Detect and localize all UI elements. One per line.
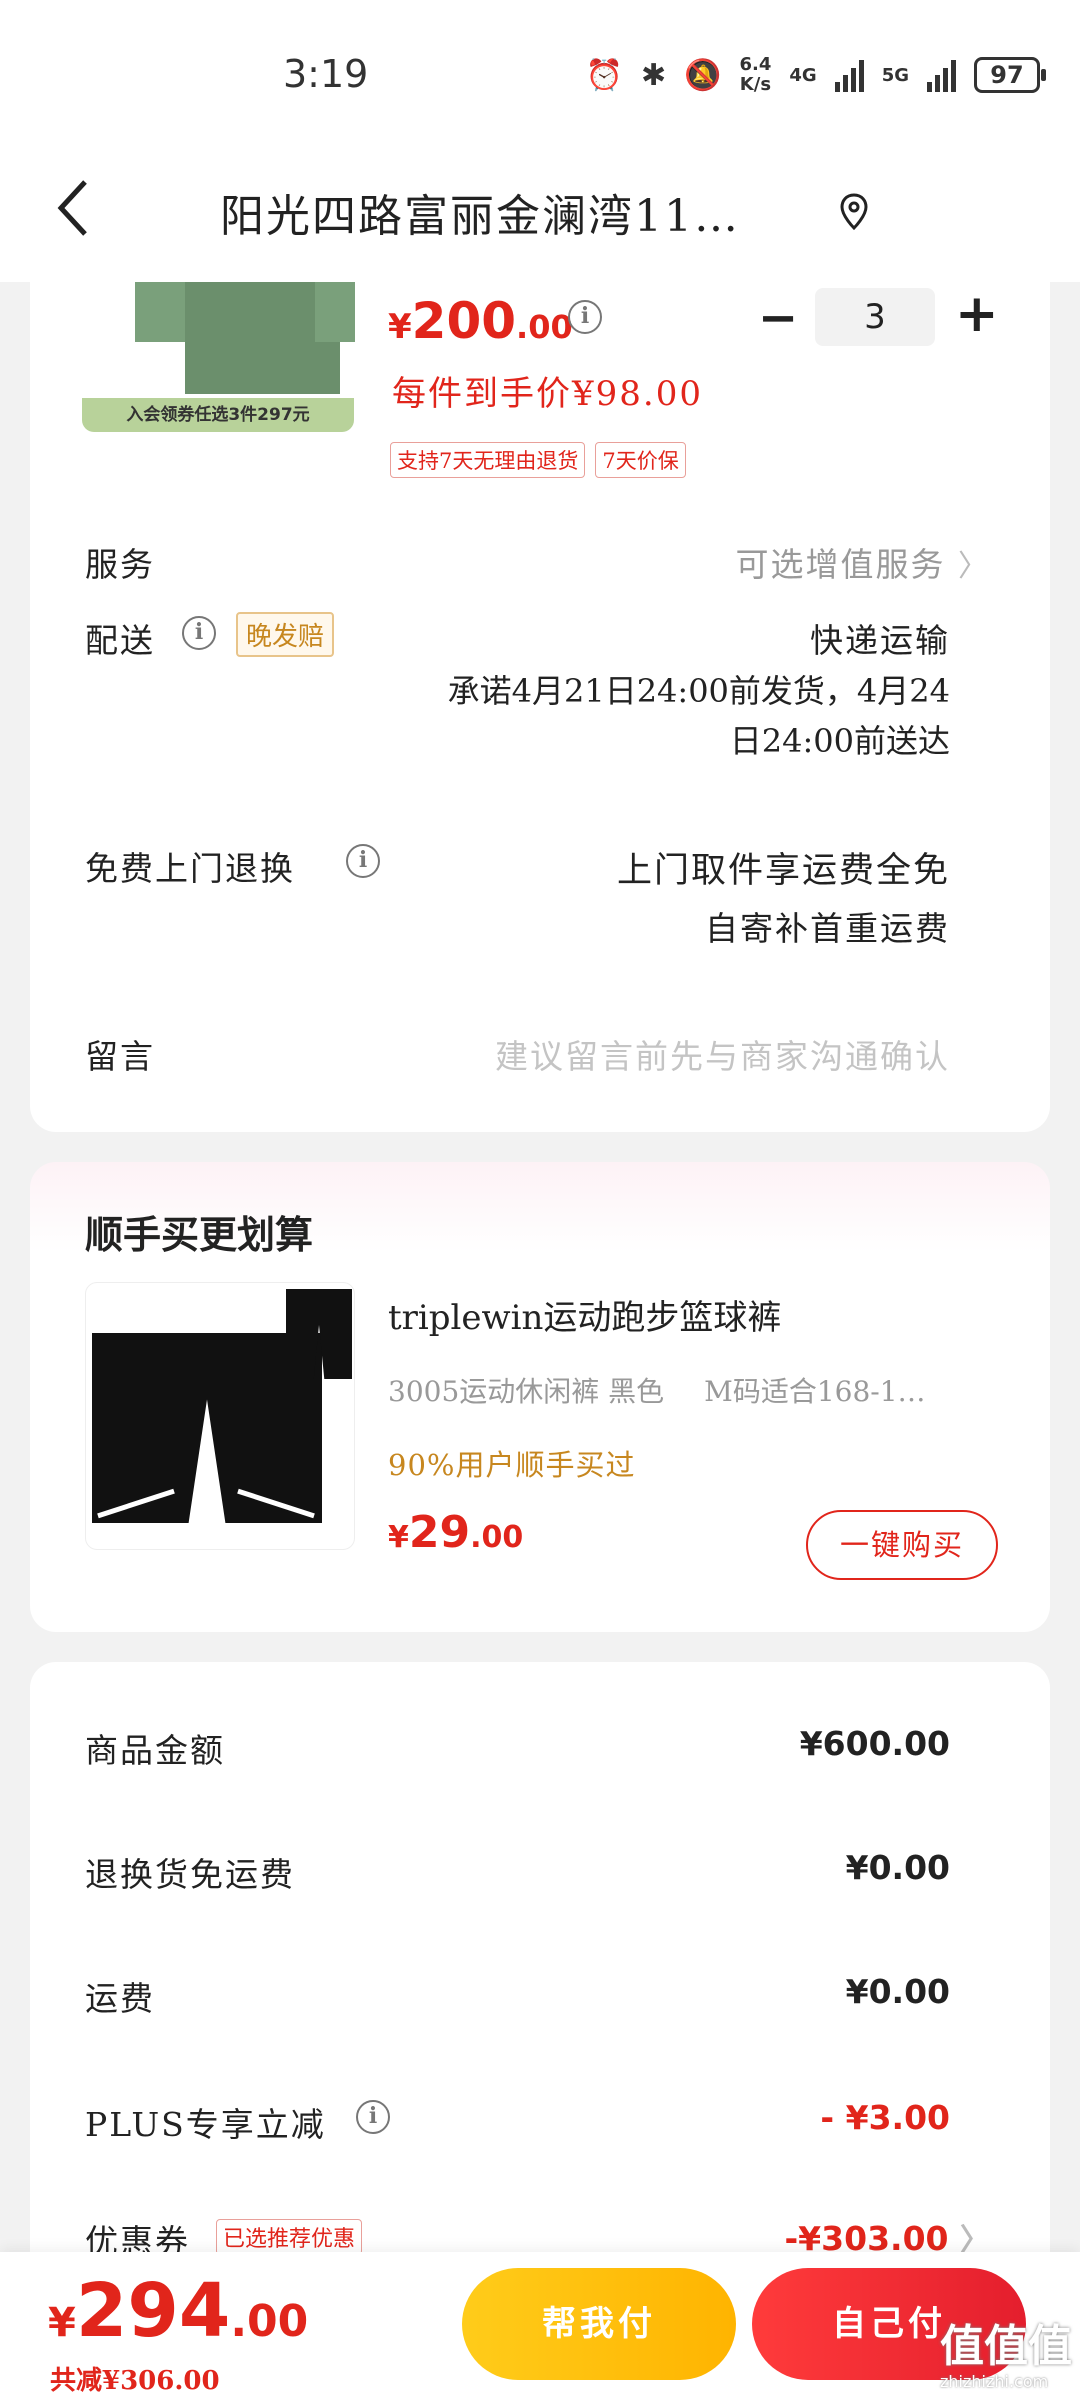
service-selector[interactable]: 可选增值服务 〉 bbox=[736, 538, 991, 586]
watermark-url: zhizhizhi.com bbox=[940, 2372, 1049, 2391]
addon-buyers: 90%用户顺手买过 bbox=[388, 1448, 636, 1482]
summary-label: 退换货免运费 bbox=[85, 1855, 295, 1894]
chevron-left-icon bbox=[57, 180, 87, 236]
info-icon: i bbox=[346, 844, 380, 878]
addon-price: ¥29.00 bbox=[388, 1507, 524, 1558]
order-item-card: 入会领券任选3件297元 ¥200.00 i − 3 + 每件到手价¥98.00… bbox=[30, 282, 1050, 1132]
delivery-info-button[interactable]: i bbox=[182, 616, 216, 650]
coupon-tag: 已选推荐优惠 bbox=[216, 2219, 363, 2255]
signal-bars-icon bbox=[834, 58, 864, 92]
location-pin-icon[interactable] bbox=[838, 192, 870, 232]
price-info-button[interactable]: i bbox=[568, 300, 602, 334]
mute-icon: 🔕 bbox=[684, 57, 722, 93]
back-button[interactable] bbox=[55, 174, 89, 254]
quantity-decrease-button[interactable]: − bbox=[758, 290, 798, 346]
tag-7day-return: 支持7天无理由退货 bbox=[390, 442, 586, 478]
addon-product-name[interactable]: triplewin运动跑步篮球裤 bbox=[388, 1290, 781, 1339]
summary-label: PLUS专享立减 bbox=[85, 2105, 326, 2144]
info-icon: i bbox=[182, 616, 216, 650]
delivery-method[interactable]: 快递运输 bbox=[810, 614, 950, 662]
net-speed: 6.4 K/s bbox=[739, 54, 772, 95]
shirt-sleeve-right bbox=[315, 282, 355, 342]
total-price: ¥294.00 bbox=[48, 2268, 309, 2354]
network-5g: 5G bbox=[881, 64, 909, 86]
product-price: ¥200.00 bbox=[388, 292, 573, 350]
info-icon: i bbox=[356, 2100, 390, 2134]
delivery-label: 配送 bbox=[85, 621, 155, 660]
status-time: 3:19 bbox=[283, 52, 369, 96]
header: 阳光四路富丽金澜湾11… bbox=[0, 150, 1080, 282]
promo-strip: 入会领券任选3件297元 bbox=[82, 398, 354, 432]
message-label: 留言 bbox=[85, 1037, 155, 1076]
chevron-right-icon: 〉 bbox=[958, 549, 990, 584]
late-compensation-badge: 晚发赔 bbox=[236, 612, 335, 657]
alarm-icon: ⏰ bbox=[585, 57, 623, 93]
plus-info-button[interactable]: i bbox=[356, 2100, 390, 2134]
return-free-pickup: 上门取件享运费全免 bbox=[616, 851, 950, 891]
addon-title: 顺手买更划算 bbox=[85, 1213, 314, 1257]
status-icons: ⏰ ✱ 🔕 6.4 K/s 4G 5G 97 bbox=[585, 54, 1046, 95]
delivery-promise: 承诺4月21日24:00前发货，4月24 日24:00前送达 bbox=[447, 672, 950, 760]
summary-value: ¥0.00 bbox=[845, 1972, 950, 2011]
summary-value: ¥600.00 bbox=[799, 1724, 950, 1763]
addon-product-image[interactable] bbox=[85, 1282, 355, 1550]
shirt-sleeve-left bbox=[135, 282, 190, 342]
total-saved: 共减¥306.00 bbox=[50, 2366, 220, 2396]
return-label: 免费上门退换 bbox=[85, 849, 295, 888]
service-tags: 支持7天无理由退货 7天价保 bbox=[390, 442, 686, 478]
addon-product-spec: 3005运动休闲裤 黑色 M码适合168-1… bbox=[388, 1375, 926, 1408]
summary-label: 运费 bbox=[85, 1979, 155, 2018]
return-self-send: 自寄补首重运费 bbox=[705, 909, 950, 948]
one-click-buy-button[interactable]: 一键购买 bbox=[806, 1510, 998, 1580]
address-title[interactable]: 阳光四路富丽金澜湾11… bbox=[220, 180, 800, 244]
info-icon: i bbox=[568, 300, 602, 334]
checkout-bar: ¥294.00 共减¥306.00 帮我付 自己付 bbox=[0, 2252, 1080, 2400]
watermark-logo: 值值值 bbox=[940, 2321, 1072, 2372]
network-4g: 4G bbox=[789, 64, 817, 86]
status-bar: 3:19 ⏰ ✱ 🔕 6.4 K/s 4G 5G 97 bbox=[0, 0, 1080, 150]
quantity-input[interactable]: 3 bbox=[815, 288, 935, 346]
unit-price: 每件到手价¥98.00 bbox=[392, 374, 703, 414]
return-info-button[interactable]: i bbox=[346, 844, 380, 878]
service-label: 服务 bbox=[85, 545, 155, 584]
message-input[interactable]: 建议留言前先与商家沟通确认 bbox=[495, 1030, 950, 1078]
addon-card: 顺手买更划算 triplewin运动跑步篮球裤 3005运动休闲裤 黑色 M码适合… bbox=[30, 1162, 1050, 1632]
battery-icon: 97 bbox=[974, 57, 1046, 93]
tag-price-protect: 7天价保 bbox=[595, 442, 686, 478]
help-me-pay-button[interactable]: 帮我付 bbox=[462, 2268, 736, 2380]
bluetooth-icon: ✱ bbox=[640, 57, 667, 93]
quantity-increase-button[interactable]: + bbox=[955, 284, 999, 344]
signal-bars-icon bbox=[927, 58, 956, 92]
summary-value: ¥0.00 bbox=[845, 1848, 950, 1887]
summary-label: 商品金额 bbox=[85, 1731, 225, 1770]
summary-value: - ¥3.00 bbox=[820, 2098, 950, 2137]
